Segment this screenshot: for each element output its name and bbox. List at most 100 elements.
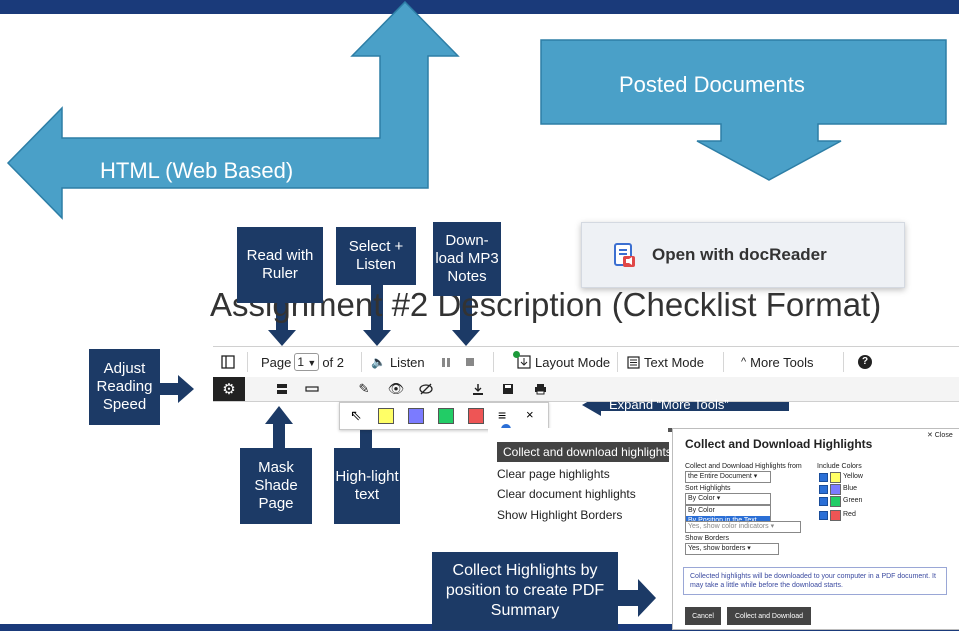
text-mode-label: Text Mode (644, 354, 704, 370)
highlighter-icon: ✎ (358, 381, 370, 396)
docreader-label: Open with docReader (652, 245, 827, 264)
sort-option-color[interactable]: By Color (686, 506, 770, 516)
help-button[interactable]: ? (858, 347, 872, 377)
cursor-icon[interactable]: ⇖ (350, 407, 362, 424)
eye-icon: 👁 (387, 381, 405, 396)
color-red-label: Red (843, 511, 856, 518)
speaker-icon: 🔈 (371, 355, 386, 369)
swatch-green[interactable] (438, 408, 454, 424)
callout-mask-shade: Mask Shade Page (240, 448, 312, 524)
dialog-close-button[interactable]: ✕ Close (927, 431, 953, 439)
listen-label: Listen (389, 354, 425, 370)
dialog-title: Collect and Download Highlights (685, 437, 873, 451)
sidebar-icon (221, 355, 235, 369)
callout-select-listen: Select + Listen (336, 227, 416, 285)
color-blue (830, 484, 841, 495)
page-select[interactable]: 1 ▼ (294, 353, 320, 371)
pause-icon (442, 357, 450, 367)
highlighter-button[interactable]: ✎ (351, 377, 377, 401)
menu-clear-page[interactable]: Clear page highlights (497, 464, 610, 484)
more-tools-button[interactable]: ^ More Tools (741, 347, 814, 377)
chevron-up-icon: ^ (741, 356, 747, 368)
cancel-button[interactable]: Cancel (685, 607, 721, 625)
html-web-based-label: HTML (Web Based) (100, 158, 294, 183)
print-icon (534, 384, 546, 395)
color-blue-label: Blue (843, 485, 858, 492)
doc-audio-icon (614, 243, 635, 267)
highlight-color-bar: ⇖ ≡ × (339, 402, 549, 430)
checkbox-yellow[interactable] (819, 473, 828, 482)
menu-collect-download[interactable]: Collect and download highlights (497, 442, 672, 462)
text-mode-button[interactable]: Text Mode (627, 347, 704, 377)
layout-mode-button[interactable]: Layout Mode (513, 347, 611, 377)
save-button[interactable] (495, 377, 521, 401)
checkbox-red[interactable] (819, 511, 828, 520)
more-tools-label: More Tools (750, 354, 814, 370)
mask-icon (305, 386, 319, 392)
from-select[interactable]: the Entire Document ▾ (685, 471, 771, 483)
status-dot-icon (513, 351, 520, 358)
arrow-collect (618, 579, 656, 617)
ruler-button[interactable] (269, 377, 295, 401)
page-suffix: of 2 (322, 354, 345, 370)
color-yellow (830, 472, 841, 483)
color-green-label: Green (843, 497, 863, 504)
hide-highlights-button[interactable] (413, 377, 439, 401)
text-icon (627, 355, 640, 369)
color-green (830, 496, 841, 507)
menu-show-borders[interactable]: Show Highlight Borders (497, 505, 622, 525)
color-red (830, 510, 841, 521)
borders-label: Show Borders (685, 535, 729, 542)
download-note: Collected highlights will be downloaded … (683, 567, 947, 595)
gear-icon: ⚙ (222, 381, 236, 398)
posted-documents-label: Posted Documents (619, 72, 805, 97)
docreader-toolbar: Page 1 ▼ of 2 🔈 Listen Layout Mode Text … (213, 346, 959, 378)
stop-icon (466, 358, 474, 366)
open-docreader-button[interactable]: Open with docReader (581, 222, 905, 288)
collect-download-button[interactable]: Collect and Download (727, 607, 811, 625)
arrow-adjust (160, 375, 194, 403)
menu-icon[interactable]: ≡ (498, 407, 506, 423)
layout-icon (517, 355, 531, 369)
color-indicator-select[interactable]: Yes, show color indicators ▾ (685, 521, 801, 533)
callout-highlight-text: High-light text (334, 448, 400, 524)
from-label: Collect and Download Highlights from (685, 463, 802, 470)
panel-toggle-button[interactable] (221, 347, 235, 377)
mask-button[interactable] (299, 377, 325, 401)
callout-expand-more: Expand “More Tools” (609, 397, 729, 412)
posted-arrow-shape (540, 39, 947, 181)
page-prefix: Page (261, 354, 292, 370)
callout-collect-pdf: Collect Highlights by position to create… (432, 552, 618, 630)
close-icon[interactable]: × (526, 407, 534, 422)
menu-clear-document[interactable]: Clear document highlights (497, 484, 636, 504)
download-icon (473, 384, 483, 395)
highlight-menu: Collect and download highlights Clear pa… (488, 428, 672, 528)
listen-button[interactable]: 🔈 Listen (371, 347, 425, 377)
pause-button[interactable] (441, 347, 451, 377)
swatch-blue[interactable] (408, 408, 424, 424)
show-highlights-button[interactable]: 👁 (383, 377, 409, 401)
sort-label: Sort Highlights (685, 485, 731, 492)
swatch-yellow[interactable] (378, 408, 394, 424)
download-mp3-button[interactable] (465, 377, 491, 401)
save-icon (503, 384, 513, 394)
html-arrow-shape (6, 0, 460, 220)
include-colors-label: Include Colors (817, 463, 862, 470)
collect-download-dialog: ✕ Close Collect and Download Highlights … (672, 428, 959, 630)
checkbox-blue[interactable] (819, 485, 828, 494)
stop-button[interactable] (465, 347, 475, 377)
reading-speed-button[interactable]: ⚙ (213, 377, 245, 401)
print-button[interactable] (527, 377, 553, 401)
callout-download-mp3: Down-load MP3 Notes (433, 222, 501, 296)
layout-mode-label: Layout Mode (535, 354, 611, 370)
color-yellow-label: Yellow (843, 473, 863, 480)
swatch-red[interactable] (468, 408, 484, 424)
checkbox-green[interactable] (819, 497, 828, 506)
chevron-down-icon: ▼ (307, 358, 317, 368)
ruler-icon (277, 384, 287, 394)
more-tools-toolbar: ⚙ ✎ 👁 (213, 377, 959, 402)
borders-select[interactable]: Yes, show borders ▾ (685, 543, 779, 555)
sort-select[interactable]: By Color ▾ (685, 493, 771, 505)
eye-off-icon (419, 383, 433, 395)
arrow-mask (265, 406, 293, 448)
